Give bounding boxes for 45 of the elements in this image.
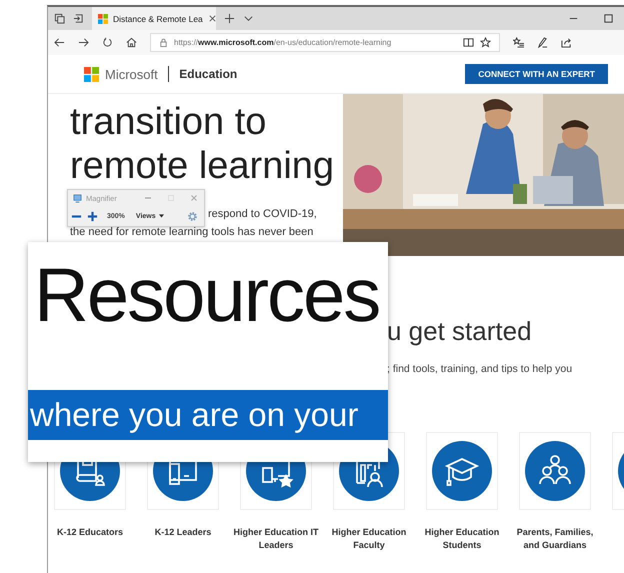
pen-icon[interactable]: [537, 37, 548, 48]
refresh-icon[interactable]: [102, 37, 113, 48]
card-label[interactable]: K-12 Educators: [45, 526, 135, 539]
section-heading: u get started: [387, 316, 533, 347]
home-icon[interactable]: [126, 37, 137, 48]
card-label[interactable]: Parents, Families, and Guardians: [510, 526, 600, 552]
card-label[interactable]: K-12 Leaders: [138, 526, 228, 539]
hero-heading: remote learning: [70, 144, 334, 188]
magnifier-app-icon: [73, 194, 82, 202]
share-icon[interactable]: [561, 37, 572, 48]
section-name[interactable]: Education: [179, 67, 238, 81]
new-tab-icon[interactable]: [224, 13, 235, 24]
logo-icon[interactable]: [84, 66, 99, 82]
tab-preview-icon[interactable]: [73, 13, 84, 24]
card-label[interactable]: Higher Education IT Leaders: [231, 526, 321, 552]
connect-button[interactable]: CONNECT WITH AN EXPERT: [465, 64, 608, 84]
hero-paragraph: respond to COVID-19,: [208, 207, 317, 222]
hero-heading: transition to: [70, 100, 266, 144]
card-label[interactable]: Higher Education Students: [417, 526, 507, 552]
book-icon[interactable]: [463, 37, 474, 48]
tab-title: Distance & Remote Lea: [113, 14, 203, 24]
star-icon[interactable]: [480, 37, 491, 48]
caret-icon: [158, 214, 164, 218]
forward-arrow-icon[interactable]: [78, 37, 89, 48]
audience-card[interactable]: [519, 432, 591, 510]
audience-card[interactable]: [426, 432, 498, 510]
section-subtitle: ; find tools, training, and tips to help you: [387, 363, 574, 375]
magnified-highlight: where you are on your: [28, 390, 388, 440]
maximize-icon[interactable]: [603, 13, 614, 24]
logo-icon: [98, 14, 108, 24]
tab-set-aside-icon[interactable]: [54, 13, 65, 24]
hero-paragraph: the need for remote learning tools has never been: [70, 225, 314, 240]
url-text: https://www.microsoft.com/en-us/education/remote-learning: [174, 38, 392, 47]
card-label[interactable]: Higher Education Faculty: [324, 526, 414, 552]
zoom-in-icon[interactable]: [87, 210, 98, 222]
back-arrow-icon[interactable]: [54, 37, 65, 48]
graduation-cap-icon: [432, 441, 492, 501]
browser-tab[interactable]: Distance & Remote Lea: [92, 7, 216, 30]
close-icon[interactable]: [208, 14, 217, 23]
favorites-icon[interactable]: [513, 37, 524, 48]
address-field[interactable]: https://www.microsoft.com/en-us/education/remote-learning: [150, 33, 500, 52]
magnified-heading: Resources: [33, 252, 380, 340]
family-icon: [525, 441, 585, 501]
lock-icon: [159, 38, 168, 47]
brand-name[interactable]: Microsoft: [105, 66, 158, 82]
